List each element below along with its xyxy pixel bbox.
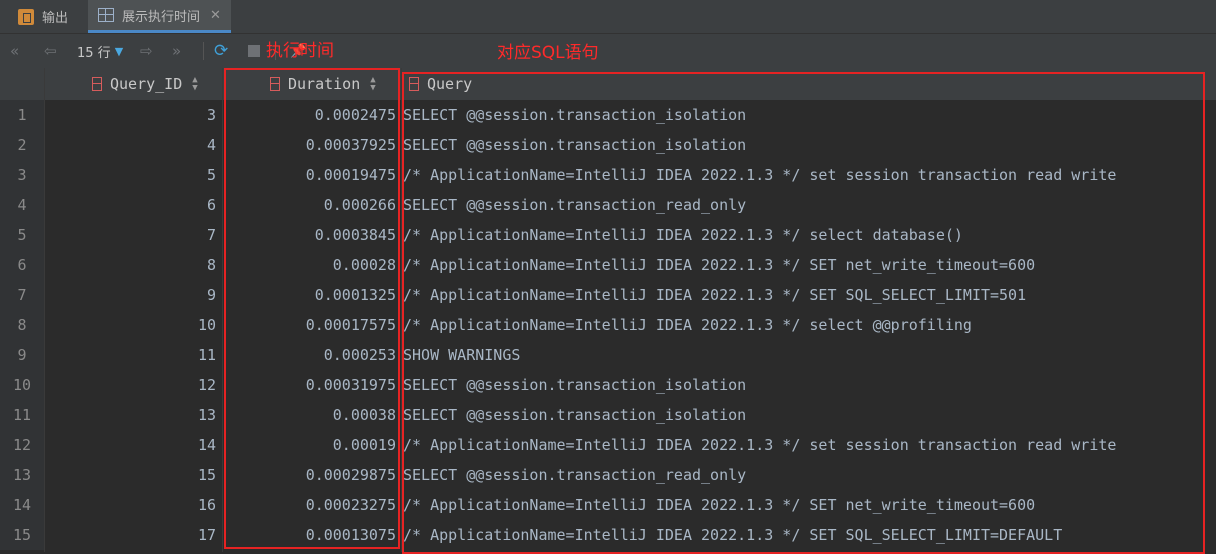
column-icon <box>92 77 102 91</box>
cell-query-id[interactable]: 14 <box>44 430 222 460</box>
cell-query-id[interactable]: 7 <box>44 220 222 250</box>
cell-query-id[interactable]: 9 <box>44 280 222 310</box>
double-right-icon[interactable]: » <box>172 34 181 68</box>
sort-icon[interactable]: ▲ ▼ <box>192 76 197 93</box>
row-number: 8 <box>0 310 44 340</box>
cell-query-id[interactable]: 4 <box>44 130 222 160</box>
cell-query-id[interactable]: 12 <box>44 370 222 400</box>
chevron-down-icon: ▼ <box>114 44 124 58</box>
arrow-left-icon[interactable]: ⇦ <box>44 34 57 68</box>
result-toolbar: « ⇦ 15 行 ▼ ⇨ » ⟳ 📌 <box>0 34 1216 69</box>
cell-query-id[interactable]: 3 <box>44 100 222 130</box>
cell-query-id[interactable]: 13 <box>44 400 222 430</box>
tab-result-label: 展示执行时间 <box>122 9 201 25</box>
row-number: 15 <box>0 520 44 550</box>
table-grid-icon <box>98 8 114 22</box>
duration-annotation: 执行时间 <box>266 41 334 61</box>
row-number: 13 <box>0 460 44 490</box>
row-number: 14 <box>0 490 44 520</box>
stop-icon[interactable] <box>248 45 260 57</box>
column-header-label: Query_ID <box>110 75 183 93</box>
tab-bar: 输出 展示执行时间 ✕ <box>0 0 1216 34</box>
cell-query-id[interactable]: 11 <box>44 340 222 370</box>
page-size-select[interactable]: 15 行 ▼ <box>77 34 123 68</box>
tab-output-label: 输出 <box>42 11 69 26</box>
row-number: 3 <box>0 160 44 190</box>
row-number-header <box>0 68 44 100</box>
row-number: 12 <box>0 430 44 460</box>
row-number: 2 <box>0 130 44 160</box>
cell-query-id[interactable]: 8 <box>44 250 222 280</box>
tab-result[interactable]: 展示执行时间 ✕ <box>88 0 231 33</box>
toolbar-separator <box>203 42 204 60</box>
row-number: 7 <box>0 280 44 310</box>
row-number: 6 <box>0 250 44 280</box>
refresh-icon[interactable]: ⟳ <box>214 34 228 68</box>
cell-query-id[interactable]: 6 <box>44 190 222 220</box>
row-number: 9 <box>0 340 44 370</box>
cell-query-id[interactable]: 5 <box>44 160 222 190</box>
page-size-label: 15 行 <box>77 45 111 61</box>
row-number: 10 <box>0 370 44 400</box>
grid-divider <box>222 68 223 552</box>
row-number: 11 <box>0 400 44 430</box>
output-icon <box>18 8 34 25</box>
cell-query-id[interactable]: 10 <box>44 310 222 340</box>
row-number: 1 <box>0 100 44 130</box>
cell-query-id[interactable]: 17 <box>44 520 222 550</box>
query-annotation: 对应SQL语句 <box>497 43 599 63</box>
close-icon[interactable]: ✕ <box>210 8 221 23</box>
duration-highlight-box <box>224 68 400 549</box>
double-left-icon[interactable]: « <box>10 34 19 68</box>
query-highlight-box <box>402 72 1205 554</box>
grid-divider <box>44 68 45 552</box>
arrow-right-icon[interactable]: ⇨ <box>140 34 153 68</box>
row-number: 5 <box>0 220 44 250</box>
cell-query-id[interactable]: 15 <box>44 460 222 490</box>
row-number: 4 <box>0 190 44 220</box>
column-header-query-id[interactable]: Query_ID ▲ ▼ <box>92 68 198 100</box>
cell-query-id[interactable]: 16 <box>44 490 222 520</box>
tab-output[interactable]: 输出 <box>18 0 68 33</box>
